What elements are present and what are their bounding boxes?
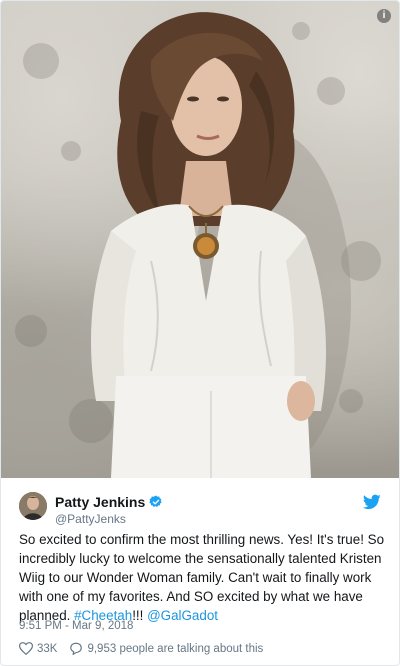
speech-bubble-icon	[70, 642, 83, 655]
mention-link[interactable]: @GalGadot	[147, 608, 218, 623]
twitter-bird-icon[interactable]	[362, 494, 381, 510]
info-icon[interactable]: i	[377, 9, 391, 23]
author-name-row: Patty Jenkins	[55, 494, 163, 510]
tweet-header: Patty Jenkins @PattyJenks	[19, 492, 381, 526]
conversation-link[interactable]: 9,953 people are talking about this	[69, 642, 263, 655]
embedded-tweet-card: i Patty Jenkins @PattyJenks So excited t…	[0, 0, 400, 666]
like-button[interactable]: 33K	[19, 642, 57, 655]
avatar[interactable]	[19, 492, 47, 520]
portrait-illustration	[15, 12, 381, 478]
tweet-photo[interactable]: i	[1, 1, 399, 478]
author-name[interactable]: Patty Jenkins	[55, 494, 145, 510]
verified-badge-icon	[149, 495, 163, 509]
author-handle[interactable]: @PattyJenks	[55, 512, 126, 526]
conversation-text: 9,953 people are talking about this	[87, 642, 264, 655]
like-count: 33K	[37, 642, 58, 655]
heart-icon	[19, 642, 33, 655]
tweet-text: So excited to confirm the most thrilling…	[19, 530, 389, 625]
tweet-text-exclaim: !!!	[132, 608, 148, 623]
tweet-timestamp[interactable]: 9:51 PM - Mar 9, 2018	[19, 620, 133, 632]
tweet-actions: 33K 9,953 people are talking about this	[19, 642, 275, 655]
